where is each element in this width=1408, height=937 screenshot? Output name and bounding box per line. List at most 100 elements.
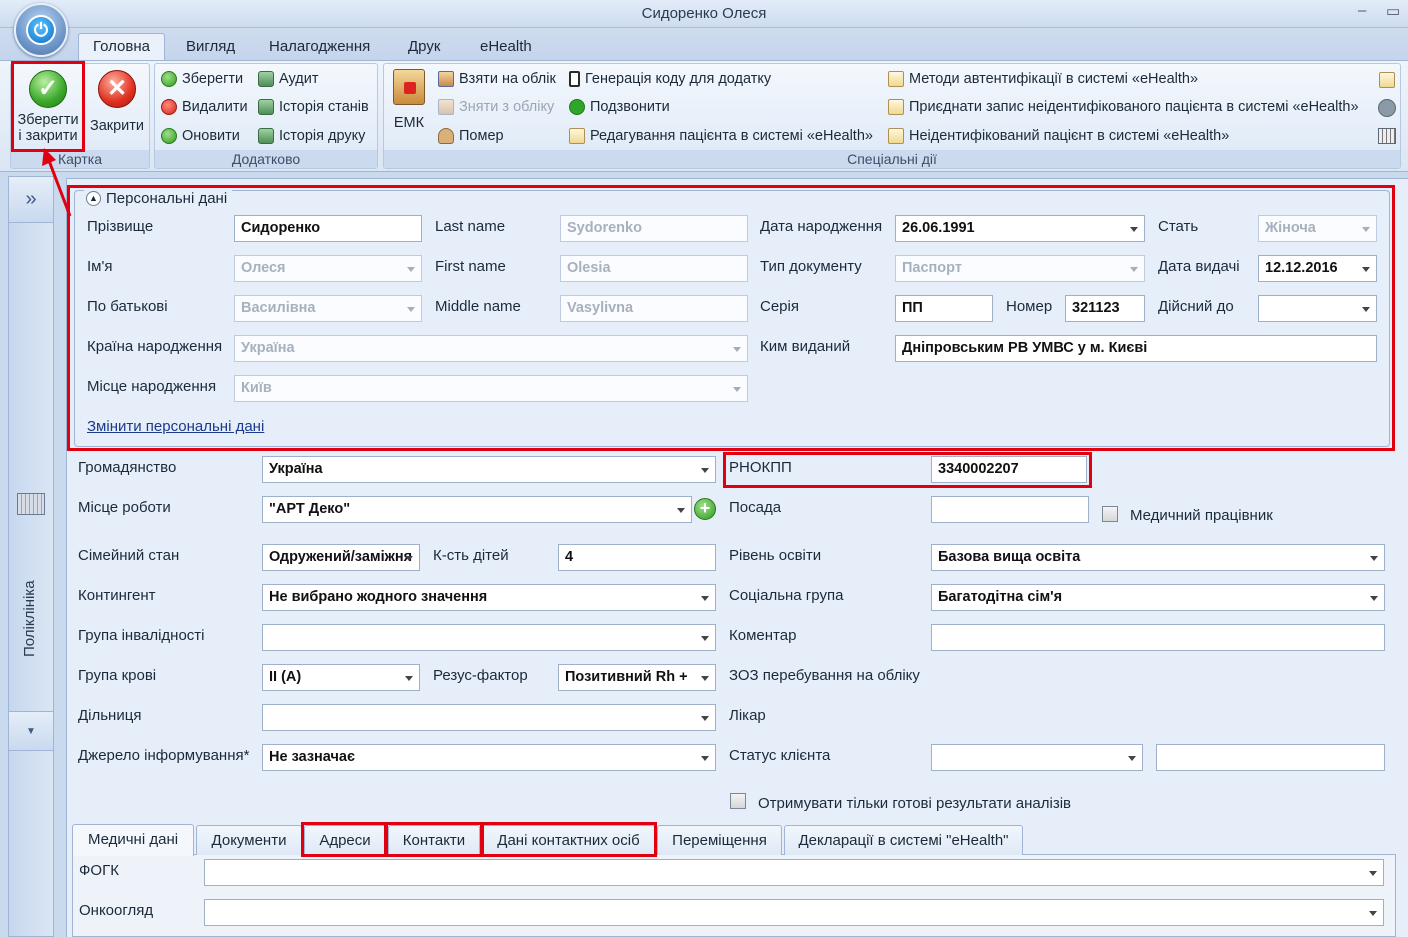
name-field[interactable]: Олеся bbox=[234, 255, 422, 282]
district-label: Дільниця bbox=[78, 707, 142, 724]
tab-contacts[interactable]: Контакти bbox=[388, 825, 480, 855]
state-history-button[interactable]: Історія станів bbox=[258, 99, 369, 115]
contingent-select[interactable]: Не вибрано жодного значення bbox=[262, 584, 716, 611]
sex-select[interactable]: Жіноча bbox=[1258, 215, 1377, 242]
client-status-select[interactable] bbox=[931, 744, 1143, 771]
app-menu-button[interactable]: ⏻ bbox=[14, 3, 68, 57]
minimize-button[interactable]: ‒ bbox=[1358, 2, 1366, 19]
auth-methods-label: Методи автентифікації в системі «eHealth… bbox=[909, 71, 1199, 87]
list-icon[interactable] bbox=[1378, 99, 1396, 117]
unidentified-patient-button[interactable]: Неідентифікований пацієнт в системі «eHe… bbox=[888, 128, 1229, 144]
edit-patient-label: Редагування пацієнта в системі «eHealth» bbox=[590, 128, 873, 144]
unregister-button[interactable]: Зняти з обліку bbox=[438, 99, 554, 115]
ehealth-extra-icon[interactable] bbox=[1379, 72, 1395, 88]
call-button[interactable]: Подзвонити bbox=[569, 99, 670, 115]
patronymic-field[interactable]: Василівна bbox=[234, 295, 422, 322]
tab-contact-persons[interactable]: Дані контактних осіб bbox=[482, 825, 655, 855]
attach-record-button[interactable]: Приєднати запис неідентифікованого паціє… bbox=[888, 99, 1359, 115]
emk-button[interactable]: ЕМК bbox=[389, 67, 429, 139]
comment-field[interactable] bbox=[931, 624, 1385, 651]
tab-addresses[interactable]: Адреси bbox=[304, 825, 386, 855]
disability-label: Група інвалідності bbox=[78, 627, 205, 644]
medic-label: Медичний працівник bbox=[1130, 507, 1273, 524]
save-button[interactable]: Зберегти bbox=[161, 71, 243, 87]
workplace-select[interactable]: "АРТ Деко" bbox=[262, 496, 692, 523]
lastname-field[interactable]: Sydorenko bbox=[560, 215, 748, 242]
delete-button[interactable]: Видалити bbox=[161, 99, 248, 115]
fogk-select[interactable] bbox=[204, 859, 1384, 886]
surname-field[interactable]: Сидоренко bbox=[234, 215, 422, 242]
surname-label: Прізвище bbox=[87, 218, 154, 235]
birth-place-select[interactable]: Київ bbox=[234, 375, 748, 402]
check-icon: ✓ bbox=[29, 70, 67, 108]
sidebar-expand-button[interactable]: » bbox=[9, 177, 53, 223]
tab-movements[interactable]: Переміщення bbox=[657, 825, 782, 855]
tab-home[interactable]: Головна bbox=[78, 33, 165, 61]
print-history-button[interactable]: Історія друку bbox=[258, 128, 365, 144]
middlename-field[interactable]: Vasylivna bbox=[560, 295, 748, 322]
tab-medical-data[interactable]: Медичні дані bbox=[72, 824, 194, 856]
auth-methods-button[interactable]: Методи автентифікації в системі «eHealth… bbox=[888, 71, 1198, 87]
source-select[interactable]: Не зазначає bbox=[262, 744, 716, 771]
ready-results-checkbox[interactable] bbox=[730, 793, 746, 809]
register-button[interactable]: Взяти на облік bbox=[438, 71, 556, 87]
disability-select[interactable] bbox=[262, 624, 716, 651]
personal-data-legend[interactable]: ▲ Персональні дані bbox=[84, 190, 233, 207]
attach-record-label: Приєднати запис неідентифікованого паціє… bbox=[909, 99, 1359, 115]
tab-print[interactable]: Друк bbox=[394, 34, 454, 60]
collapse-icon[interactable]: ▲ bbox=[86, 191, 101, 206]
birthdate-picker[interactable]: 26.06.1991 bbox=[895, 215, 1145, 242]
save-close-button[interactable]: ✓ Зберегти і закрити bbox=[13, 64, 83, 150]
audit-button[interactable]: Аудит bbox=[258, 71, 318, 87]
doctype-select[interactable]: Паспорт bbox=[895, 255, 1145, 282]
sidebar-dropdown-button[interactable]: ▼ bbox=[9, 711, 53, 751]
close-label: Закрити bbox=[89, 118, 145, 134]
patronymic-label: По батькові bbox=[87, 298, 168, 315]
doctype-label: Тип документу bbox=[760, 258, 862, 275]
death-button[interactable]: Помер bbox=[438, 128, 504, 144]
client-status-extra-field[interactable] bbox=[1156, 744, 1385, 771]
rnokpp-field[interactable]: 3340002207 bbox=[931, 456, 1087, 483]
birth-country-select[interactable]: Україна bbox=[234, 335, 748, 362]
tab-settings[interactable]: Налагодження bbox=[255, 34, 384, 60]
maximize-button[interactable]: ▭ bbox=[1386, 2, 1400, 20]
save-icon bbox=[161, 71, 177, 87]
tab-view[interactable]: Вигляд bbox=[172, 34, 249, 60]
sidebar: » Поліклініка ▼ bbox=[8, 176, 54, 937]
add-workplace-button[interactable]: + bbox=[694, 498, 716, 520]
ready-results-label: Отримувати тільки готові результати анал… bbox=[758, 795, 1072, 812]
tab-ehealth-declarations[interactable]: Декларації в системі "eHealth" bbox=[784, 825, 1023, 855]
children-field[interactable]: 4 bbox=[558, 544, 716, 571]
citizenship-select[interactable]: Україна bbox=[262, 456, 716, 483]
issued-by-field[interactable]: Дніпровським РВ УМВС у м. Києві bbox=[895, 335, 1377, 362]
valid-until-picker[interactable] bbox=[1258, 295, 1377, 322]
number-field[interactable]: 321123 bbox=[1065, 295, 1145, 322]
save-close-label-2: і закрити bbox=[18, 128, 78, 144]
firstname-field[interactable]: Olesia bbox=[560, 255, 748, 282]
tab-ehealth[interactable]: eHealth bbox=[466, 34, 546, 60]
sidebar-label-clinic[interactable]: Поліклініка bbox=[21, 580, 38, 657]
district-select[interactable] bbox=[262, 704, 716, 731]
generate-code-button[interactable]: Генерація коду для додатку bbox=[569, 71, 771, 87]
social-group-select[interactable]: Багатодітна сім'я bbox=[931, 584, 1385, 611]
close-button[interactable]: ✕ Закрити bbox=[86, 64, 148, 150]
contingent-label: Контингент bbox=[78, 587, 156, 604]
position-field[interactable] bbox=[931, 496, 1089, 523]
tab-documents[interactable]: Документи bbox=[196, 825, 302, 855]
valid-until-label: Дійсний до bbox=[1158, 298, 1234, 315]
calendar-icon[interactable] bbox=[1378, 128, 1396, 144]
rh-select[interactable]: Позитивний Rh + bbox=[558, 664, 716, 691]
marital-select[interactable]: Одружений/заміжня bbox=[262, 544, 420, 571]
blood-group-select[interactable]: II (A) bbox=[262, 664, 420, 691]
sidebar-calendar-icon[interactable] bbox=[17, 493, 45, 515]
change-personal-data-link[interactable]: Змінити персональні дані bbox=[87, 418, 264, 435]
edit-patient-ehealth-button[interactable]: Редагування пацієнта в системі «eHealth» bbox=[569, 128, 873, 144]
series-field[interactable]: ПП bbox=[895, 295, 993, 322]
issue-date-picker[interactable]: 12.12.2016 bbox=[1258, 255, 1377, 282]
medic-checkbox[interactable] bbox=[1102, 506, 1118, 522]
onco-select[interactable] bbox=[204, 899, 1384, 926]
refresh-button[interactable]: Оновити bbox=[161, 128, 240, 144]
education-select[interactable]: Базова вища освіта bbox=[931, 544, 1385, 571]
refresh-icon bbox=[161, 128, 177, 144]
group-special-label: Спеціальні дії bbox=[384, 150, 1400, 168]
